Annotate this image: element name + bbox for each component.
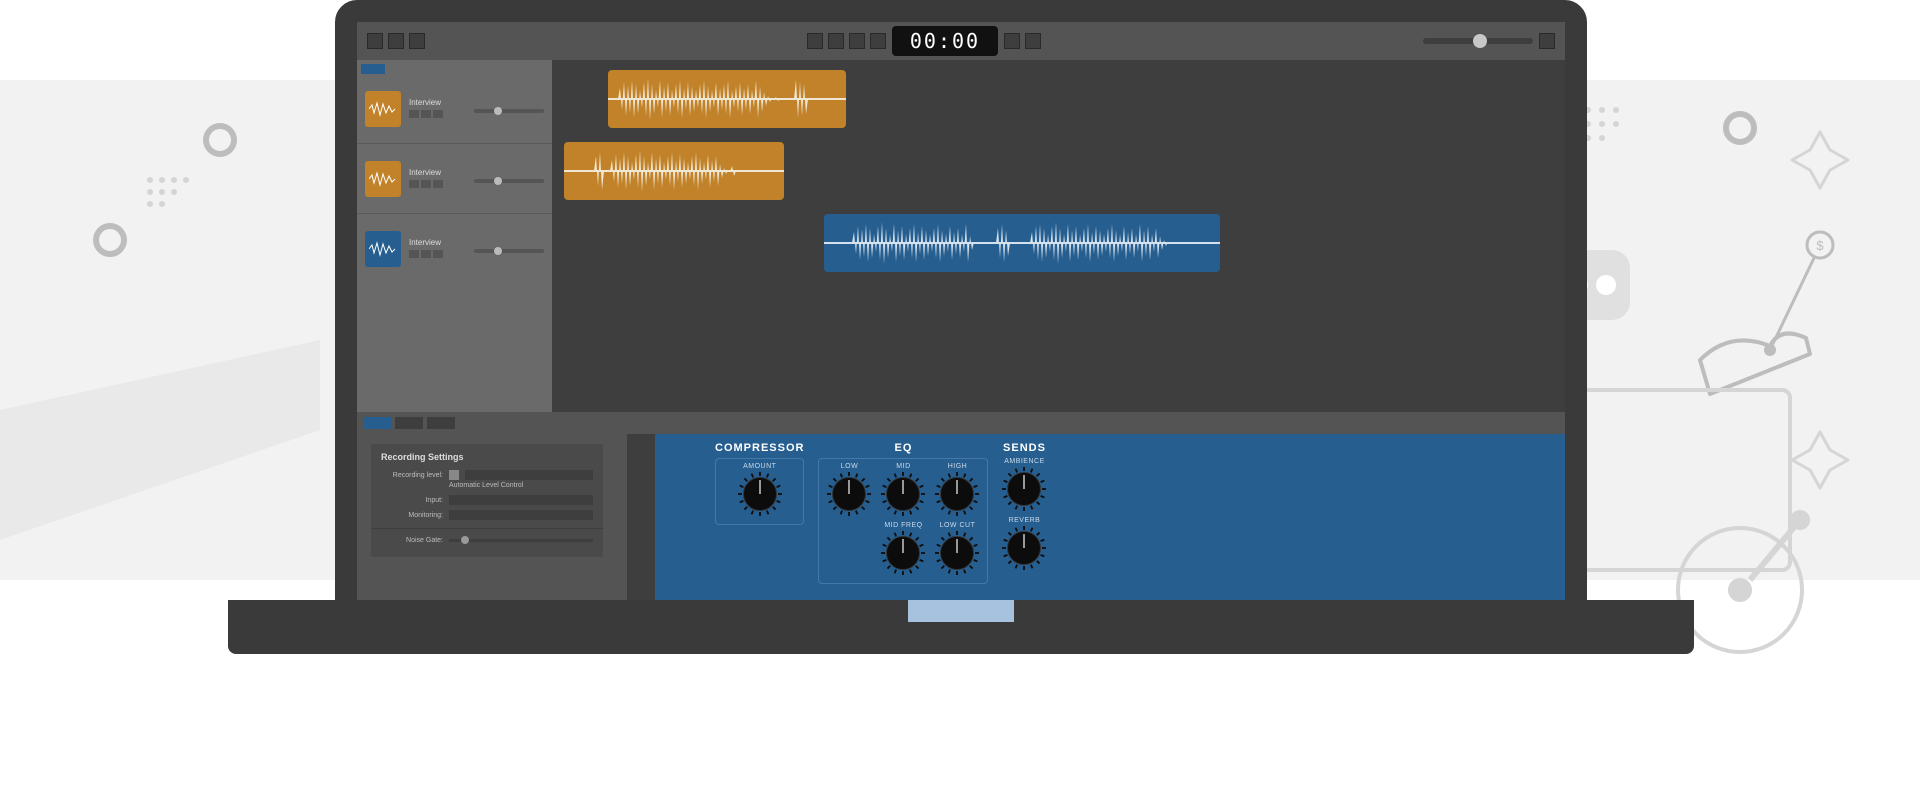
eq-midfreq-knob[interactable]: [881, 531, 925, 575]
track-list-sidebar: Interview: [357, 60, 552, 412]
settings-title: Recording Settings: [381, 452, 593, 462]
track-mute-1[interactable]: [409, 110, 419, 118]
decoration-console: [0, 340, 340, 630]
monitoring-select[interactable]: [449, 510, 593, 520]
track-thumbnail-2: [365, 161, 401, 197]
laptop-notch: [908, 600, 1014, 622]
track-row-1[interactable]: Interview: [357, 74, 552, 144]
eq-section: EQ LOW MID HIGH MID FREQ LOW CUT: [818, 442, 988, 584]
sends-title: SENDS: [1002, 442, 1046, 454]
track-name-1: Interview: [409, 98, 466, 107]
compressor-title: COMPRESSOR: [715, 442, 804, 454]
track-rec-3[interactable]: [433, 250, 443, 258]
effects-panel: COMPRESSOR AMOUNT EQ: [655, 434, 1565, 602]
noise-gate-label: Noise Gate:: [381, 537, 443, 544]
tab-2[interactable]: [395, 417, 423, 429]
track-mute-3[interactable]: [409, 250, 419, 258]
knob-label-ambience: AMBIENCE: [1002, 458, 1046, 465]
tab-1[interactable]: [363, 417, 391, 429]
svg-text:$: $: [1816, 238, 1824, 253]
track-volume-2[interactable]: [474, 179, 544, 183]
knob-label-mid: MID: [881, 463, 925, 470]
toolbar-button-a[interactable]: [1004, 33, 1020, 49]
track-name-3: Interview: [409, 238, 466, 247]
noise-gate-slider[interactable]: [449, 539, 593, 542]
toolbar-button-right[interactable]: [1539, 33, 1555, 49]
daw-app: 00:00: [357, 22, 1565, 578]
transport-controls: [807, 33, 886, 49]
eq-high-knob[interactable]: [935, 472, 979, 516]
workspace: Interview: [357, 60, 1565, 412]
toolbar-button-3[interactable]: [409, 33, 425, 49]
decoration-dots-1: [70, 100, 330, 360]
empty-slot: [627, 434, 655, 602]
track-name-2: Interview: [409, 168, 466, 177]
track-solo-1[interactable]: [421, 110, 431, 118]
laptop-screen: 00:00: [335, 0, 1587, 600]
recording-level-toggle[interactable]: [449, 470, 459, 480]
knob-label-reverb: REVERB: [1002, 517, 1046, 524]
sends-reverb-knob[interactable]: [1002, 526, 1046, 570]
timeline[interactable]: [552, 60, 1565, 412]
track-volume-3[interactable]: [474, 249, 544, 253]
knob-label-low: LOW: [827, 463, 871, 470]
track-rec-1[interactable]: [433, 110, 443, 118]
stop-button[interactable]: [828, 33, 844, 49]
bottom-panel: Recording Settings Recording level: Auto…: [357, 434, 1565, 602]
eq-title: EQ: [818, 442, 988, 454]
input-select[interactable]: [449, 495, 593, 505]
sends-section: SENDS AMBIENCE REVERB: [1002, 442, 1046, 570]
monitoring-label: Monitoring:: [381, 512, 443, 519]
track-mute-2[interactable]: [409, 180, 419, 188]
toolbar-button-1[interactable]: [367, 33, 383, 49]
track-volume-1[interactable]: [474, 109, 544, 113]
toolbar-button-2[interactable]: [388, 33, 404, 49]
track-row-3[interactable]: Interview: [357, 214, 552, 284]
laptop-base: [228, 600, 1694, 654]
compressor-section: COMPRESSOR AMOUNT: [715, 442, 804, 525]
toolbar-button-b[interactable]: [1025, 33, 1041, 49]
knob-label-lowcut: LOW CUT: [935, 522, 979, 529]
master-volume-slider[interactable]: [1423, 38, 1533, 44]
recording-settings-panel: Recording Settings Recording level: Auto…: [357, 434, 617, 602]
laptop-frame: 00:00: [335, 0, 1587, 654]
rewind-button[interactable]: [807, 33, 823, 49]
recording-level-label: Recording level:: [381, 472, 443, 479]
track-solo-3[interactable]: [421, 250, 431, 258]
track-rec-2[interactable]: [433, 180, 443, 188]
slider-knob[interactable]: [1473, 34, 1487, 48]
play-button[interactable]: [849, 33, 865, 49]
track-row-2[interactable]: Interview: [357, 144, 552, 214]
sends-ambience-knob[interactable]: [1002, 467, 1046, 511]
input-label: Input:: [381, 497, 443, 504]
auto-level-label: Automatic Level Control: [381, 482, 593, 489]
eq-mid-knob[interactable]: [881, 472, 925, 516]
sidebar-marker: [361, 64, 385, 74]
audio-clip-3[interactable]: [824, 214, 1220, 272]
track-thumbnail-3: [365, 231, 401, 267]
track-solo-2[interactable]: [421, 180, 431, 188]
compressor-amount-knob[interactable]: [738, 472, 782, 516]
knob-label-amount: AMOUNT: [724, 463, 795, 470]
recording-level-field[interactable]: [465, 470, 593, 480]
track-thumbnail-1: [365, 91, 401, 127]
panel-tabs: [357, 412, 1565, 434]
knob-label-midfreq: MID FREQ: [881, 522, 925, 529]
tab-3[interactable]: [427, 417, 455, 429]
toolbar-group-post: [1004, 33, 1041, 49]
toolbar: 00:00: [357, 22, 1565, 60]
audio-clip-1[interactable]: [608, 70, 846, 128]
knob-label-high: HIGH: [935, 463, 979, 470]
eq-lowcut-knob[interactable]: [935, 531, 979, 575]
audio-clip-2[interactable]: [564, 142, 784, 200]
record-button[interactable]: [870, 33, 886, 49]
toolbar-group-left: [367, 33, 425, 49]
time-counter: 00:00: [892, 26, 998, 56]
eq-low-knob[interactable]: [827, 472, 871, 516]
